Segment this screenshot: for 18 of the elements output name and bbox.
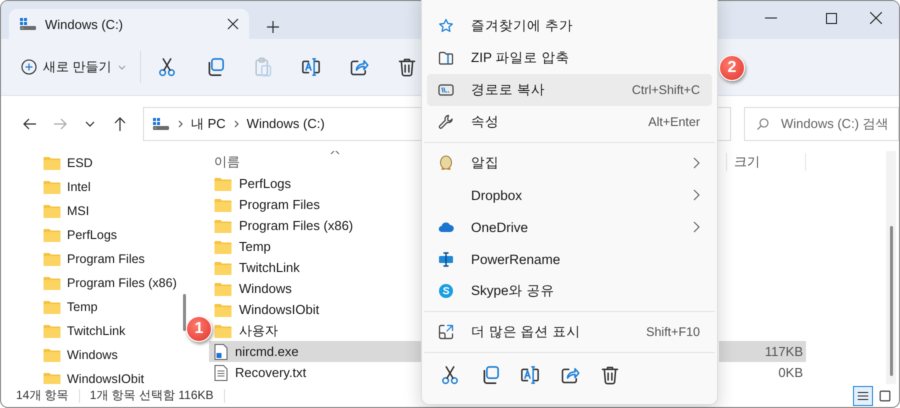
menu-label: OneDrive [471,220,530,234]
shortcut-text: Alt+Enter [648,115,700,129]
menu-label: 속성 [471,113,500,131]
menu-label: Skype와 공유 [471,282,556,300]
shortcut-text: Ctrl+Shift+C [632,83,700,97]
selection-info: 1개 항목 선택함 116KB [90,387,214,404]
menu-label: 즐겨찾기에 추가 [471,17,574,35]
tab-title: Windows (C:) [45,16,124,32]
menu-label: Dropbox [471,188,524,202]
file-size: 117KB [719,341,806,362]
menu-label: 알집 [471,154,500,172]
menu-label: 더 많은 옵션 표시 [471,323,582,341]
item-count: 14개 항목 [16,387,69,404]
shortcut-text: Shift+F10 [646,325,700,339]
menu-label: 경로로 복사 [471,81,546,99]
menu-label: ZIP 파일로 압축 [471,49,570,67]
file-size: 0KB [777,364,804,382]
menu-label: PowerRename [471,252,562,266]
